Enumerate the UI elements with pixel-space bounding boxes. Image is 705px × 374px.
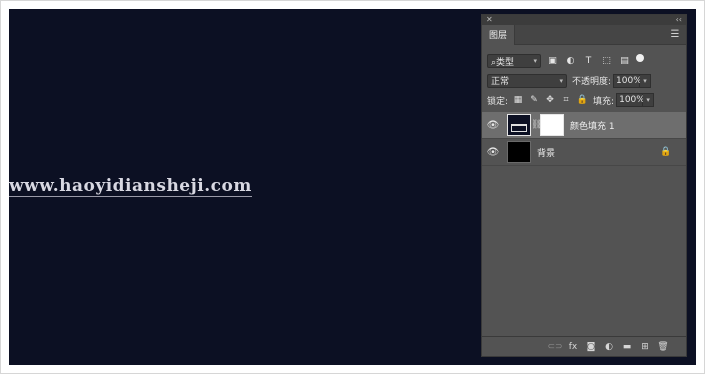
add-mask-icon[interactable]: ◙ <box>582 342 600 352</box>
panel-header: 图层 ☰ <box>482 24 686 45</box>
filter-toggle-icon[interactable] <box>636 54 644 62</box>
blend-mode-label: 正常 <box>491 77 510 87</box>
filter-kind-label: ⌕类型 <box>491 57 515 68</box>
chain-link-icon[interactable]: ⛓ <box>531 120 542 130</box>
panel-menu-icon[interactable]: ☰ <box>668 29 682 40</box>
blend-row: 正常 ▾ 不透明度: 100% ▾ <box>482 72 686 89</box>
link-layers-icon[interactable]: ⊂⊃ <box>546 342 564 352</box>
visibility-eye-icon[interactable]: 👁 <box>482 120 504 131</box>
opacity-label: 不透明度: <box>572 77 612 87</box>
blend-mode-dropdown[interactable]: 正常 ▾ <box>487 73 567 88</box>
layer-row-background[interactable]: 👁 背景 🔒 <box>482 139 686 166</box>
lock-position-icon[interactable]: ✥ <box>544 94 556 106</box>
lock-row: 锁定: ▦ ✎ ✥ ⌗ 🔒 填充: 100% ▾ <box>482 92 686 108</box>
filter-type-icon[interactable]: T <box>582 55 595 68</box>
visibility-eye-icon[interactable]: 👁 <box>482 147 504 158</box>
new-layer-icon[interactable]: ⊞ <box>636 342 654 352</box>
fill-layer-thumbnail[interactable] <box>507 114 531 136</box>
lock-artboard-icon[interactable]: ⌗ <box>560 94 572 106</box>
close-panel-icon[interactable]: ✕ <box>486 15 493 25</box>
fill-label: 填充: <box>593 96 615 107</box>
lock-label: 锁定: <box>487 96 509 107</box>
layer-row-color-fill[interactable]: 👁 ⛓ 颜色填充 1 <box>482 112 686 139</box>
panel-footer: ⊂⊃ fx ◙ ◐ ▬ ⊞ 🗑 <box>482 336 686 356</box>
filter-pixel-icon[interactable]: ▣ <box>546 55 559 68</box>
background-layer-thumbnail[interactable] <box>507 141 531 163</box>
layer-name[interactable]: 背景 <box>537 146 658 159</box>
trash-icon[interactable]: 🗑 <box>654 342 672 352</box>
opacity-input[interactable]: 100% <box>613 73 642 88</box>
layers-panel: ✕ ‹‹ 图层 ☰ ⌕类型 ▾ ▣ ◐ T ⬚ ▤ 正常 ▾ 不透明度: 100… <box>481 14 687 357</box>
layer-mask-thumbnail[interactable] <box>540 114 564 136</box>
adjustment-layer-icon[interactable]: ◐ <box>600 342 618 352</box>
fill-dropdown-icon[interactable]: ▾ <box>643 93 655 107</box>
chevron-down-icon: ▾ <box>533 57 537 65</box>
collapse-panel-icon[interactable]: ‹‹ <box>676 15 682 25</box>
watermark-text: www.haoyidiansheji.com <box>9 176 252 197</box>
new-group-icon[interactable]: ▬ <box>618 342 636 352</box>
filter-adjustment-icon[interactable]: ◐ <box>564 55 577 68</box>
fx-icon[interactable]: fx <box>564 342 582 352</box>
panel-topbar: ✕ ‹‹ <box>482 15 686 25</box>
filter-row: ⌕类型 ▾ ▣ ◐ T ⬚ ▤ <box>482 52 686 70</box>
layer-name[interactable]: 颜色填充 1 <box>570 119 686 132</box>
lock-icon: 🔒 <box>660 147 672 157</box>
lock-transparent-icon[interactable]: ▦ <box>512 94 524 106</box>
layers-list: 👁 ⛓ 颜色填充 1 👁 背景 🔒 <box>482 112 686 166</box>
filter-smart-object-icon[interactable]: ▤ <box>618 55 631 68</box>
fill-input[interactable]: 100% <box>616 93 645 107</box>
opacity-dropdown-icon[interactable]: ▾ <box>640 73 652 88</box>
tab-layers[interactable]: 图层 <box>482 24 516 45</box>
filter-kind-dropdown[interactable]: ⌕类型 ▾ <box>487 54 541 68</box>
lock-all-icon[interactable]: 🔒 <box>576 94 588 106</box>
filter-shape-icon[interactable]: ⬚ <box>600 55 613 68</box>
chevron-down-icon: ▾ <box>559 76 563 85</box>
lock-paint-icon[interactable]: ✎ <box>528 94 540 106</box>
